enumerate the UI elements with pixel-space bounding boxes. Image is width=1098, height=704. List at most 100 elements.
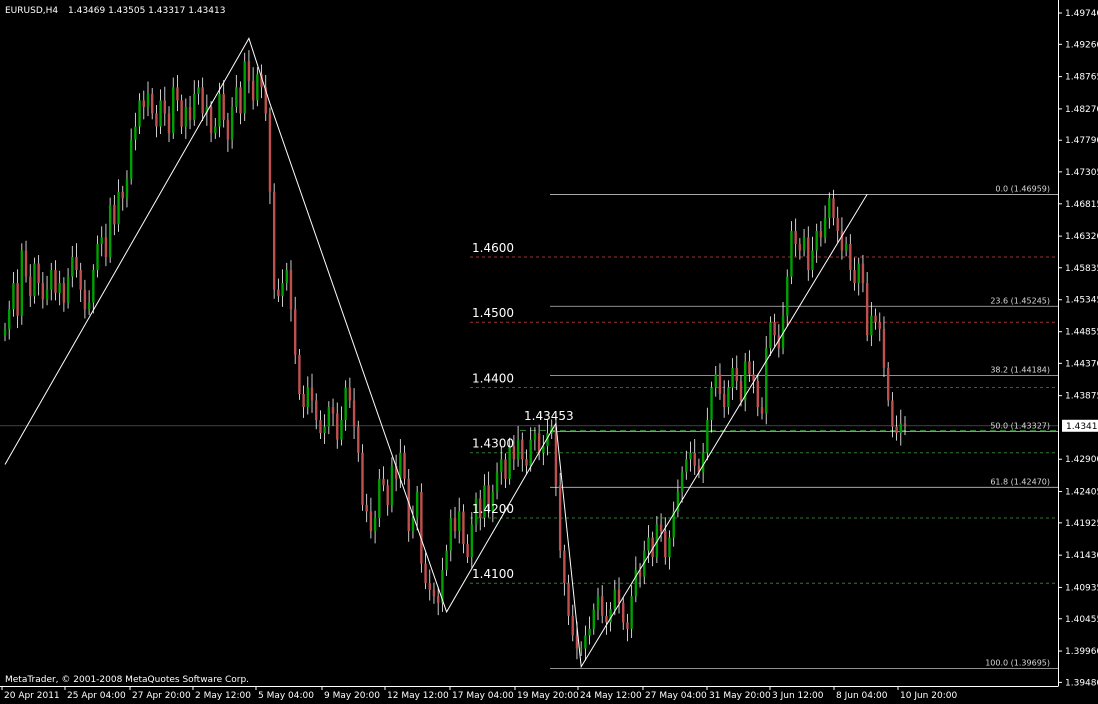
candle-body <box>558 485 562 551</box>
candle-body <box>310 387 314 401</box>
time-tick-label: 10 Jun 20:00 <box>900 691 957 701</box>
candle-body <box>617 589 621 603</box>
candle-body <box>8 309 11 329</box>
candle-body <box>20 250 24 316</box>
candle-body <box>222 93 225 120</box>
candle-body <box>765 348 768 414</box>
candle-body <box>96 243 99 271</box>
candle-body <box>357 426 360 453</box>
candle-body <box>790 230 793 277</box>
price-tick-label: 1.47305 <box>1065 168 1098 178</box>
candle-body <box>41 283 45 300</box>
candle-body <box>24 250 28 277</box>
candle-body <box>622 602 625 623</box>
candle-body <box>390 465 394 505</box>
candle-body <box>403 452 406 479</box>
candle-body <box>634 570 638 597</box>
candle-body <box>508 446 511 479</box>
candle-body <box>689 452 692 460</box>
candle-body <box>756 380 760 408</box>
candle-body <box>79 270 82 290</box>
price-chart[interactable]: 1.4600 1.4500 1.4400 1.4300 1.4200 1.4100 0.0… <box>0 0 1098 704</box>
candle-body <box>802 237 806 251</box>
candle-body <box>146 93 150 107</box>
candle-body <box>378 478 381 518</box>
candle-body <box>92 270 95 303</box>
candle-body <box>340 420 343 440</box>
candle-body <box>45 289 49 300</box>
candle-body <box>857 263 860 284</box>
candle-body <box>281 283 284 297</box>
candle-body <box>722 394 726 408</box>
candle-body <box>605 615 608 623</box>
candle-body <box>256 74 259 101</box>
fib-level-label: 100.0 (1.39695) <box>985 658 1050 667</box>
round-level-label: 1.4400 <box>472 371 514 385</box>
candle-body <box>336 413 339 440</box>
current-price-tag: 1.43413 <box>1062 419 1098 432</box>
candle-body <box>626 622 629 629</box>
candle <box>108 197 112 263</box>
candle-body <box>352 400 356 427</box>
candle-body <box>811 250 814 271</box>
candle-body <box>117 191 120 225</box>
candle-body <box>361 452 364 505</box>
price-tick-label: 1.49740 <box>1065 9 1098 19</box>
candle-body <box>113 204 116 225</box>
price-tick-label: 1.49260 <box>1065 40 1098 50</box>
candle-body <box>54 270 57 293</box>
price-tick-label: 1.44855 <box>1065 328 1098 338</box>
candle-body <box>75 257 78 271</box>
time-tick-label: 5 May 04:00 <box>258 691 314 701</box>
price-tick-label: 1.41925 <box>1065 519 1098 529</box>
candle-body <box>786 276 789 316</box>
fib-level-label: 0.0 (1.46959) <box>995 184 1050 193</box>
candle-body <box>836 217 839 231</box>
candle-body <box>33 263 36 297</box>
candle-body <box>12 283 15 310</box>
candle-body <box>739 380 743 401</box>
candle-body <box>176 87 179 101</box>
candle-body <box>62 283 66 303</box>
candle-body <box>197 87 200 94</box>
candle-body <box>302 394 305 408</box>
candle-body <box>268 113 272 192</box>
candle-body <box>731 367 734 388</box>
candle-body <box>121 191 124 199</box>
candle-body <box>155 113 158 127</box>
candle-body <box>844 243 848 251</box>
candle-body <box>794 230 797 244</box>
price-tick-label: 1.46815 <box>1065 200 1098 210</box>
candle-body <box>323 426 326 434</box>
symbol-label: EURUSD,H4 <box>5 6 58 16</box>
candle-body <box>664 531 667 558</box>
candle-body <box>874 315 877 323</box>
candle-body <box>735 367 738 381</box>
candle-body <box>882 328 886 368</box>
fib-level-label: 38.2 (1.44184) <box>990 365 1050 374</box>
candle-body <box>369 511 373 532</box>
candle-body <box>495 472 499 492</box>
candle-body <box>521 439 524 460</box>
candle-body <box>432 589 436 597</box>
candle-body <box>895 426 898 434</box>
candle-body <box>71 257 74 277</box>
swing-high-label: 1.43453 <box>524 409 574 423</box>
candle-body <box>134 126 137 140</box>
candle-body <box>773 322 776 336</box>
candle-body <box>449 517 452 551</box>
candle-body <box>108 204 112 257</box>
candle-body <box>685 459 688 473</box>
price-tick-label: 1.47790 <box>1065 136 1098 146</box>
candle-body <box>315 400 318 421</box>
candle <box>886 362 890 407</box>
candle-body <box>769 322 772 349</box>
candle-body <box>251 80 255 101</box>
candle-body <box>50 270 53 290</box>
candle-body <box>807 237 810 271</box>
candle-body <box>886 367 890 401</box>
fib-level-label: 50.0 (1.43327) <box>990 421 1050 430</box>
candle-body <box>235 87 238 107</box>
candle-body <box>66 276 70 303</box>
time-tick-label: 17 May 04:00 <box>452 691 514 701</box>
